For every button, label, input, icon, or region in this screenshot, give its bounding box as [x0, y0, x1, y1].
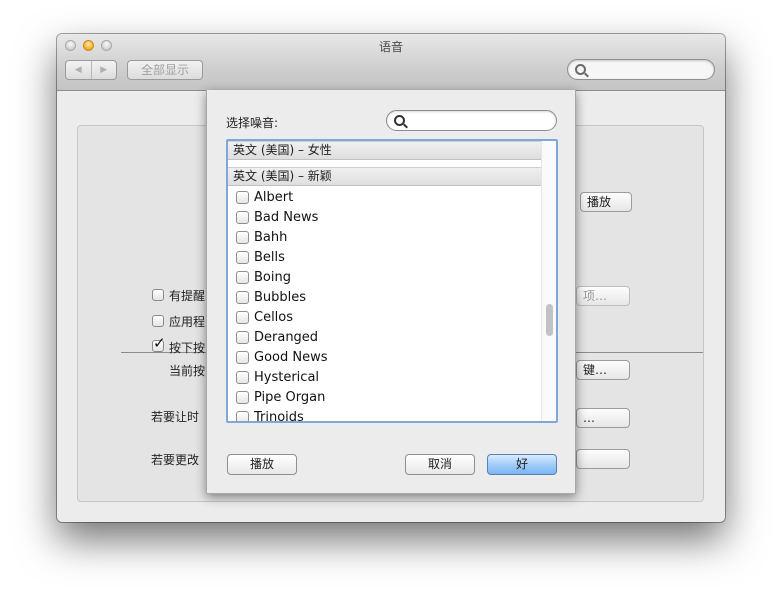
checkbox[interactable]	[236, 410, 249, 421]
choose-noise-label: 选择噪音:	[226, 116, 279, 130]
checkbox[interactable]	[236, 250, 249, 264]
alert-label: 有提醒	[169, 289, 206, 303]
scrollbar[interactable]	[541, 141, 556, 421]
back-button[interactable]: ◀	[66, 61, 92, 79]
list-item[interactable]: Albert	[236, 187, 293, 207]
ok-button[interactable]: 好	[487, 454, 557, 475]
item-label: Trinoids	[254, 409, 304, 423]
checkbox-app[interactable]	[152, 315, 164, 327]
options-button[interactable]: 项…	[576, 286, 630, 306]
list-item[interactable]: Deranged	[236, 327, 318, 347]
checkbox[interactable]	[236, 350, 249, 364]
list-item[interactable]: Bad News	[236, 207, 318, 227]
forward-button[interactable]: ▶	[92, 61, 117, 79]
item-label: Pipe Organ	[254, 389, 326, 405]
list-item[interactable]: Bahh	[236, 227, 287, 247]
search-icon	[575, 64, 586, 75]
search-icon	[394, 115, 405, 126]
checkbox[interactable]	[236, 190, 249, 204]
back-forward-control: ◀ ▶	[65, 60, 117, 80]
noise-search-input[interactable]	[386, 110, 557, 131]
window-title: 语音	[378, 40, 403, 54]
checkbox[interactable]	[236, 290, 249, 304]
checkbox[interactable]	[236, 310, 249, 324]
item-label: Albert	[254, 189, 294, 205]
list-item[interactable]: Bells	[236, 247, 285, 267]
item-label: Deranged	[254, 329, 319, 345]
list-item[interactable]: Boing	[236, 267, 291, 287]
group-header-female: 英文 (美国) – 女性	[228, 141, 541, 160]
checkbox[interactable]	[236, 390, 249, 404]
checkbox[interactable]	[236, 330, 249, 344]
change-label: 若要更改	[151, 453, 200, 467]
item-label: Cellos	[254, 309, 294, 325]
checkbox-alert[interactable]	[152, 289, 164, 301]
change-button[interactable]	[576, 449, 630, 469]
timing-label: 若要让时	[151, 410, 200, 424]
checkbox[interactable]	[236, 230, 249, 244]
cancel-button[interactable]: 取消	[405, 454, 475, 475]
checkbox-key[interactable]: ✓	[152, 336, 166, 352]
key-label: 按下按	[169, 341, 206, 355]
item-label: Bells	[254, 249, 285, 265]
item-label: Boing	[254, 269, 291, 285]
timing-button[interactable]: …	[576, 408, 630, 428]
item-label: Bad News	[254, 209, 319, 225]
checkbox[interactable]	[236, 370, 249, 384]
list-item[interactable]: Good News	[236, 347, 328, 367]
play-button[interactable]: 播放	[227, 454, 297, 475]
item-label: Good News	[254, 349, 328, 365]
item-label: Bubbles	[254, 289, 307, 305]
set-key-button[interactable]: 键…	[576, 360, 630, 380]
play-button-bg[interactable]: 播放	[580, 192, 632, 212]
checkbox[interactable]	[236, 210, 249, 224]
checkmark-icon: ✓	[153, 334, 166, 352]
list-item[interactable]: Bubbles	[236, 287, 306, 307]
show-all-button[interactable]: 全部显示	[127, 60, 203, 80]
noise-list[interactable]: Victoria 英文 (美国) – 女性 英文 (美国) – 新颖 Alber…	[226, 139, 558, 423]
list-item[interactable]: Cellos	[236, 307, 293, 327]
checkbox[interactable]	[236, 270, 249, 284]
toolbar-search-input[interactable]	[567, 59, 715, 80]
scrollbar-thumb[interactable]	[546, 304, 553, 336]
toolbar: 语音 ◀ ▶ 全部显示	[57, 34, 725, 91]
item-label: Bahh	[254, 229, 288, 245]
list-item[interactable]: Pipe Organ	[236, 387, 325, 407]
app-label: 应用程	[169, 315, 206, 329]
item-label: Hysterical	[254, 369, 320, 385]
noise-selection-sheet: 选择噪音: Victoria 英文 (美国) – 女性 英文 (美国) – 新颖…	[206, 90, 576, 494]
group-header-novelty: 英文 (美国) – 新颖	[228, 167, 541, 186]
current-key-label: 当前按	[169, 364, 206, 378]
list-item[interactable]: Trinoids	[236, 407, 304, 423]
list-item[interactable]: Hysterical	[236, 367, 319, 387]
